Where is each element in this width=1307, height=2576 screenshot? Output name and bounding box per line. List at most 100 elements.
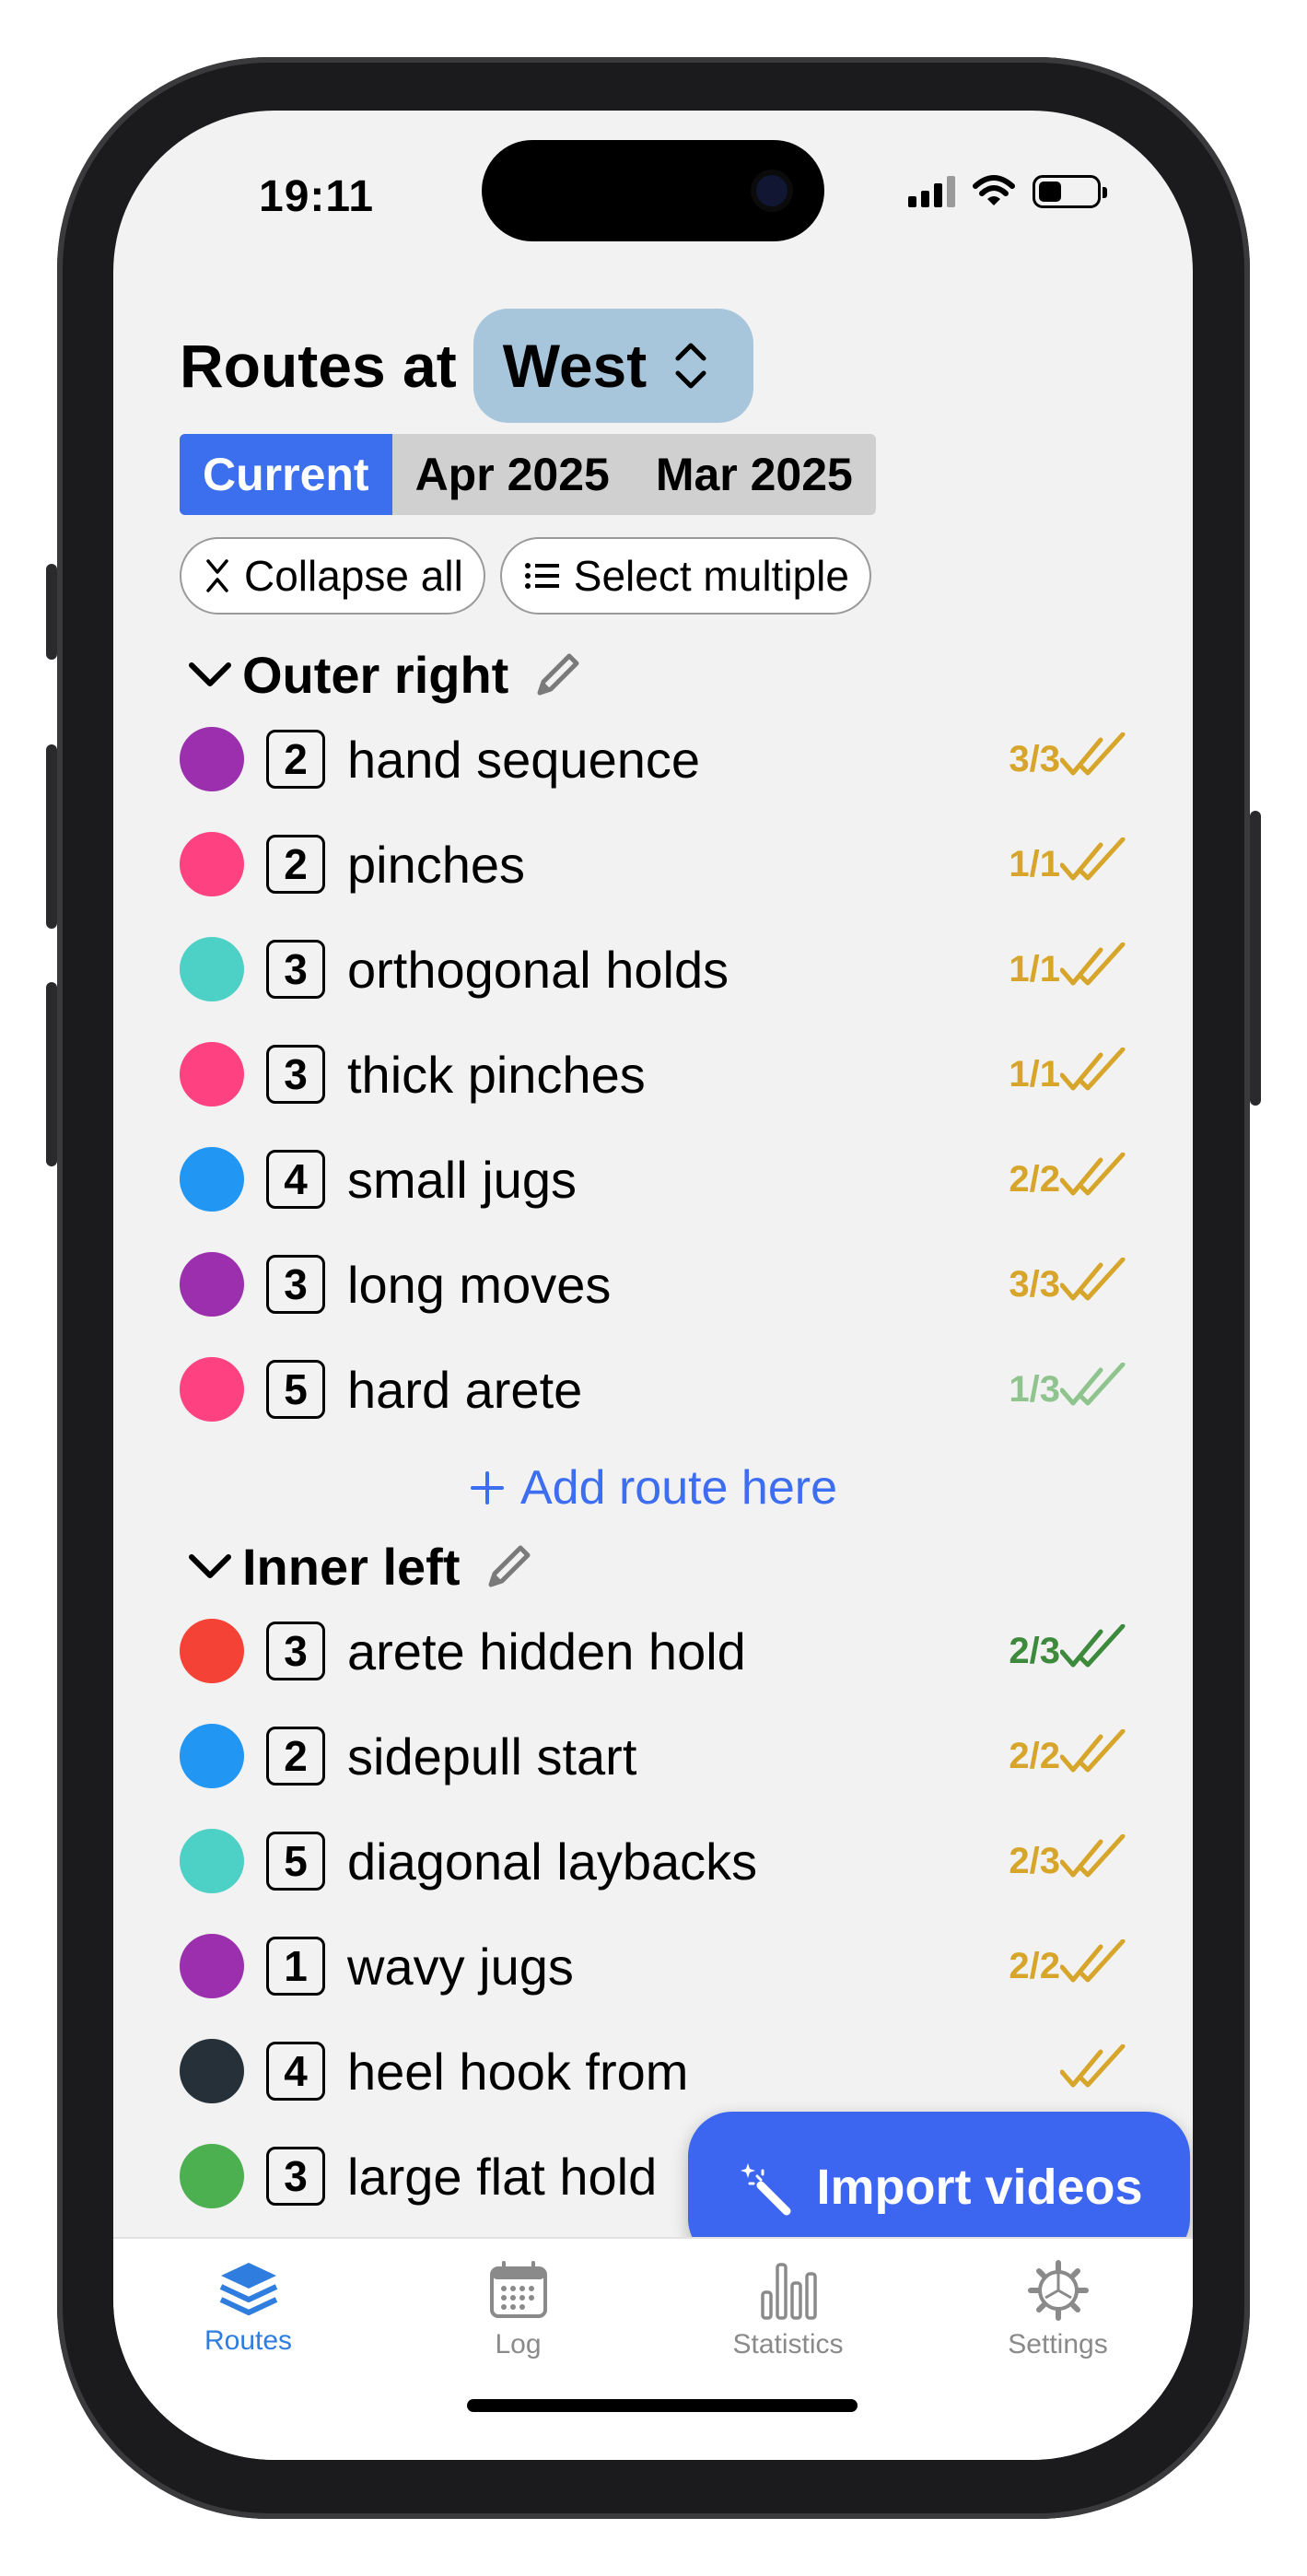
route-list: 2 hand sequence 3/3 2 pinches 1/1 3 orthogonal … [180, 707, 1126, 1442]
route-send-count: 1/1 [1009, 843, 1060, 884]
route-color-dot [180, 1724, 244, 1788]
header: Routes at West [180, 309, 1126, 423]
route-color-dot [180, 727, 244, 791]
route-grade-badge: 1 [266, 1937, 325, 1996]
route-name: hand sequence [347, 730, 701, 789]
route-name: diagonal laybacks [347, 1832, 758, 1891]
route-grade-badge: 3 [266, 1622, 325, 1680]
chevron-down-icon [189, 662, 231, 686]
route-color-dot [180, 1252, 244, 1317]
camera-icon [756, 175, 788, 206]
tab-label: Log [495, 2329, 542, 2359]
bar-chart-icon [760, 2263, 817, 2320]
segment-current[interactable]: Current [180, 434, 392, 515]
collapse-all-label: Collapse all [244, 552, 463, 600]
route-row[interactable]: 2 hand sequence 3/3 [180, 707, 1126, 812]
chevron-up-down-icon [675, 343, 706, 389]
battery-icon [1033, 175, 1107, 208]
section-header[interactable]: Outer right [187, 642, 1126, 707]
route-row[interactable]: 5 diagonal laybacks 2/3 [180, 1809, 1126, 1914]
route-grade-badge: 3 [266, 1045, 325, 1104]
magic-wand-icon [741, 2163, 791, 2216]
double-check-icon [1060, 1834, 1126, 1878]
segment-mar-2025[interactable]: Mar 2025 [633, 434, 876, 515]
section-header[interactable]: Inner left [187, 1534, 1126, 1598]
section-title: Inner left [242, 1537, 461, 1596]
gym-name: West [502, 332, 648, 400]
collapse-icon [206, 559, 228, 592]
route-send-count: 1/1 [1009, 1053, 1060, 1095]
route-row[interactable]: 3 orthogonal holds 1/1 [180, 917, 1126, 1022]
route-color-dot [180, 832, 244, 896]
double-check-icon [1060, 1939, 1126, 1983]
route-name: small jugs [347, 1150, 577, 1209]
route-color-dot [180, 1042, 244, 1107]
routes-content: Routes at West Current Apr 2025 Mar 2025… [180, 309, 1126, 2229]
select-multiple-button[interactable]: Select multiple [499, 537, 871, 615]
route-name: sidepull start [347, 1727, 637, 1786]
route-row[interactable]: 1 wavy jugs 2/2 [180, 1914, 1126, 2019]
route-send-count: 3/3 [1009, 1263, 1060, 1305]
add-route-label: Add route here [519, 1461, 838, 1515]
tab-statistics[interactable]: Statistics [653, 2239, 923, 2460]
period-segmented-control: Current Apr 2025 Mar 2025 [180, 434, 876, 515]
dynamic-island [482, 140, 824, 241]
route-color-dot [180, 2039, 244, 2103]
route-name: pinches [347, 835, 526, 894]
status-time: 19:11 [259, 172, 375, 221]
tab-settings[interactable]: Settings [923, 2239, 1193, 2460]
route-name: orthogonal holds [347, 940, 729, 999]
route-grade-badge: 5 [266, 1360, 325, 1419]
tab-label: Statistics [732, 2329, 844, 2359]
route-send-count: 2/2 [1009, 1945, 1060, 1986]
section-title: Outer right [242, 645, 509, 704]
double-check-icon [1060, 1258, 1126, 1301]
route-send-count: 2/2 [1009, 1158, 1060, 1200]
action-button [46, 564, 57, 660]
route-name: long moves [347, 1255, 612, 1314]
route-row[interactable]: 3 long moves 3/3 [180, 1232, 1126, 1337]
route-color-dot [180, 1829, 244, 1893]
pencil-icon[interactable] [482, 1539, 537, 1594]
route-name: hard arete [347, 1360, 583, 1419]
pencil-icon[interactable] [531, 647, 586, 702]
gym-selector[interactable]: West [473, 309, 754, 423]
gear-icon [1027, 2260, 1089, 2321]
route-row[interactable]: 2 pinches 1/1 [180, 812, 1126, 917]
collapse-all-button[interactable]: Collapse all [180, 537, 485, 615]
power-button [1250, 811, 1261, 1106]
route-send-count: 3/3 [1009, 738, 1060, 779]
route-row[interactable]: 5 hard arete 1/3 [180, 1337, 1126, 1442]
route-name: thick pinches [347, 1045, 646, 1104]
route-row[interactable]: 2 sidepull start 2/2 [180, 1704, 1126, 1809]
route-color-dot [180, 937, 244, 1001]
route-grade-badge: 4 [266, 1150, 325, 1209]
tab-routes[interactable]: Routes [113, 2239, 383, 2460]
double-check-icon [1060, 1153, 1126, 1196]
route-send-count: 1/3 [1009, 1368, 1060, 1410]
route-name: large flat hold [347, 2147, 658, 2206]
route-name: heel hook from [347, 2042, 689, 2101]
route-grade-badge: 2 [266, 835, 325, 894]
route-row[interactable]: 4 heel hook from [180, 2019, 1126, 2124]
route-send-count: 1/1 [1009, 948, 1060, 989]
tab-log[interactable]: Log [383, 2239, 653, 2460]
route-row[interactable]: 4 small jugs 2/2 [180, 1127, 1126, 1232]
route-grade-badge: 3 [266, 1255, 325, 1314]
route-grade-badge: 2 [266, 1727, 325, 1786]
double-check-icon [1060, 943, 1126, 986]
route-color-dot [180, 2144, 244, 2208]
segment-apr-2025[interactable]: Apr 2025 [392, 434, 633, 515]
volume-down-button [46, 982, 57, 1166]
home-indicator [467, 2399, 858, 2412]
route-send-count: 2/3 [1009, 1630, 1060, 1671]
import-videos-label: Import videos [816, 2160, 1143, 2215]
add-route-button[interactable]: Add route here [180, 1442, 1126, 1534]
route-row[interactable]: 3 thick pinches 1/1 [180, 1022, 1126, 1127]
list-icon [524, 563, 559, 589]
chevron-down-icon [189, 1554, 231, 1578]
route-row[interactable]: 3 arete hidden hold 2/3 [180, 1598, 1126, 1704]
route-color-dot [180, 1934, 244, 1998]
route-grade-badge: 3 [266, 2147, 325, 2206]
page-title: Routes at [180, 332, 457, 400]
